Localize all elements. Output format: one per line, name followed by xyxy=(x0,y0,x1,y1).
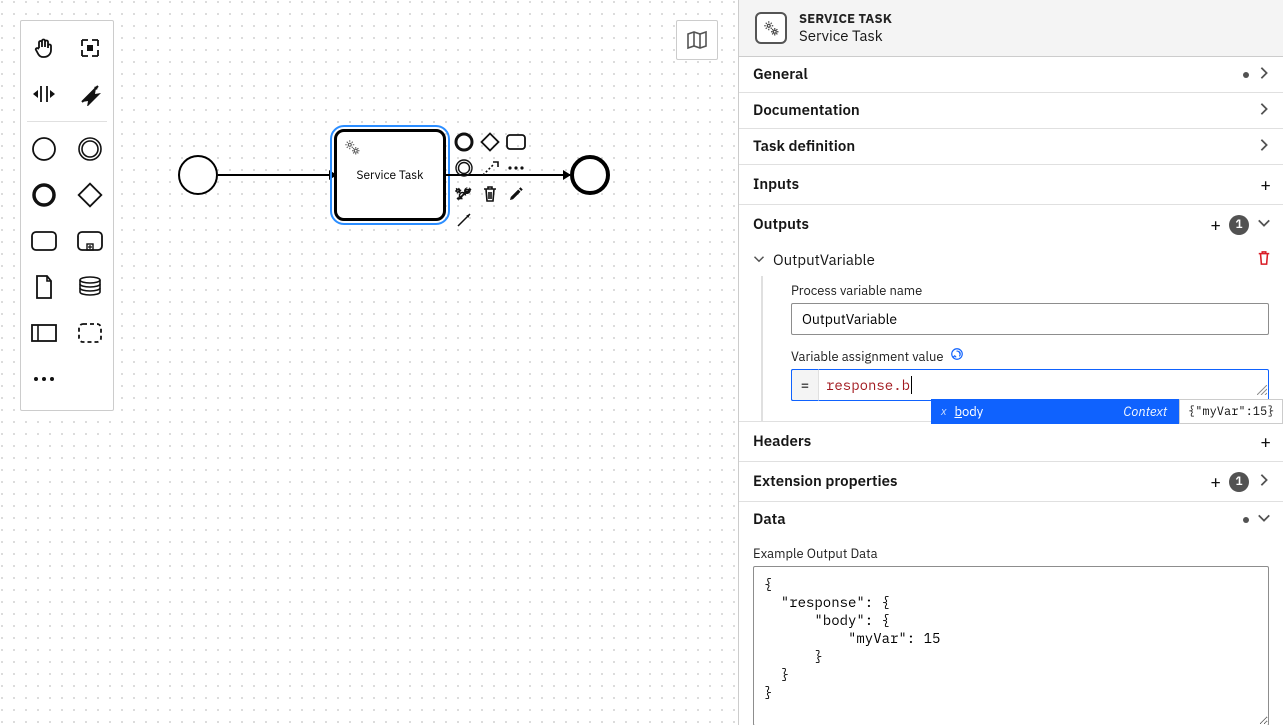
data-section-body: Example Output Data A map of variables p… xyxy=(739,537,1283,725)
data-store-icon[interactable] xyxy=(67,264,113,310)
variable-assignment-input[interactable]: response.b xyxy=(791,369,1269,401)
intermediate-event-icon[interactable] xyxy=(67,126,113,172)
connect-tool-icon[interactable] xyxy=(67,71,113,117)
palette xyxy=(20,20,114,411)
example-output-input[interactable] xyxy=(753,566,1269,725)
start-event-icon[interactable] xyxy=(21,126,67,172)
delete-icon[interactable] xyxy=(478,182,502,206)
chevron-down-icon xyxy=(753,251,765,269)
extprops-count-badge: 1 xyxy=(1229,472,1249,492)
chevron-down-icon xyxy=(1257,216,1271,234)
section-data[interactable]: Data xyxy=(739,502,1283,537)
outputs-count-badge: 1 xyxy=(1229,215,1249,235)
chevron-right-icon xyxy=(1257,138,1271,156)
sequence-flow[interactable] xyxy=(218,174,336,176)
context-pad xyxy=(452,130,528,232)
delete-output-button[interactable] xyxy=(1257,250,1271,270)
gear-icon xyxy=(755,12,787,44)
chevron-right-icon xyxy=(1257,473,1271,491)
subprocess-icon[interactable] xyxy=(67,218,113,264)
process-var-input[interactable] xyxy=(791,303,1269,335)
chevron-down-icon xyxy=(1257,511,1271,529)
add-header-button[interactable]: + xyxy=(1260,430,1271,453)
feel-toggle-icon[interactable] xyxy=(950,347,964,365)
start-event-shape[interactable] xyxy=(178,155,218,195)
dot-icon xyxy=(1243,517,1249,523)
section-general[interactable]: General xyxy=(739,57,1283,92)
append-end-event-icon[interactable] xyxy=(452,130,476,154)
hand-tool-icon[interactable] xyxy=(21,25,67,71)
lasso-tool-icon[interactable] xyxy=(67,25,113,71)
example-output-label: Example Output Data xyxy=(753,545,1269,562)
participant-icon[interactable] xyxy=(21,310,67,356)
element-name-label: Service Task xyxy=(799,27,892,46)
data-object-icon[interactable] xyxy=(21,264,67,310)
append-task-icon[interactable] xyxy=(504,130,528,154)
variable-assignment-label: Variable assignment value xyxy=(791,347,1269,365)
add-output-button[interactable]: + xyxy=(1210,213,1221,236)
properties-header: SERVICE TASK Service Task xyxy=(739,0,1283,57)
section-headers[interactable]: Headers + xyxy=(739,422,1283,461)
chevron-right-icon xyxy=(1257,66,1271,84)
dot-icon xyxy=(1243,72,1249,78)
add-input-button[interactable]: + xyxy=(1260,173,1271,196)
autocomplete-preview: {"myVar":15} xyxy=(1179,399,1283,424)
color-icon[interactable] xyxy=(504,182,528,206)
autocomplete-item[interactable]: x body Context xyxy=(931,399,1179,424)
properties-panel: SERVICE TASK Service Task General Docume… xyxy=(738,0,1283,725)
resize-handle-icon[interactable] xyxy=(1257,381,1267,399)
append-gateway-icon[interactable] xyxy=(478,130,502,154)
gear-icon xyxy=(343,138,361,160)
more-tools-icon[interactable] xyxy=(21,356,67,402)
section-extension-properties[interactable]: Extension properties + 1 xyxy=(739,462,1283,501)
add-extprop-button[interactable]: + xyxy=(1210,470,1221,493)
append-text-annotation-icon[interactable] xyxy=(478,156,502,180)
section-task-definition[interactable]: Task definition xyxy=(739,129,1283,164)
end-event-icon[interactable] xyxy=(21,172,67,218)
autocomplete-popup: x body Context {"myVar":15} xyxy=(931,399,1283,424)
end-event-shape[interactable] xyxy=(570,155,610,195)
gateway-icon[interactable] xyxy=(67,172,113,218)
output-item-header[interactable]: OutputVariable xyxy=(739,244,1283,276)
task-icon[interactable] xyxy=(21,218,67,264)
section-outputs[interactable]: Outputs + 1 xyxy=(739,205,1283,244)
output-item-body: Process variable name Variable assignmen… xyxy=(761,276,1283,421)
section-inputs[interactable]: Inputs + xyxy=(739,165,1283,204)
process-var-label: Process variable name xyxy=(791,282,1269,299)
task-label: Service Task xyxy=(357,168,424,183)
group-icon[interactable] xyxy=(67,310,113,356)
minimap-toggle[interactable] xyxy=(676,20,718,60)
space-tool-icon[interactable] xyxy=(21,71,67,117)
section-documentation[interactable]: Documentation xyxy=(739,93,1283,128)
context-more-icon[interactable] xyxy=(504,156,528,180)
service-task-shape[interactable]: Service Task xyxy=(334,129,446,221)
append-intermediate-event-icon[interactable] xyxy=(452,156,476,180)
bpmn-canvas[interactable]: Service Task xyxy=(0,0,738,725)
connect-icon[interactable] xyxy=(452,208,476,232)
element-type-label: SERVICE TASK xyxy=(799,10,892,27)
chevron-right-icon xyxy=(1257,102,1271,120)
feel-equals-icon: = xyxy=(791,369,819,401)
change-type-icon[interactable] xyxy=(452,182,476,206)
feel-input-wrapper: = response.b x body Context {"myVar":15 xyxy=(791,369,1269,401)
